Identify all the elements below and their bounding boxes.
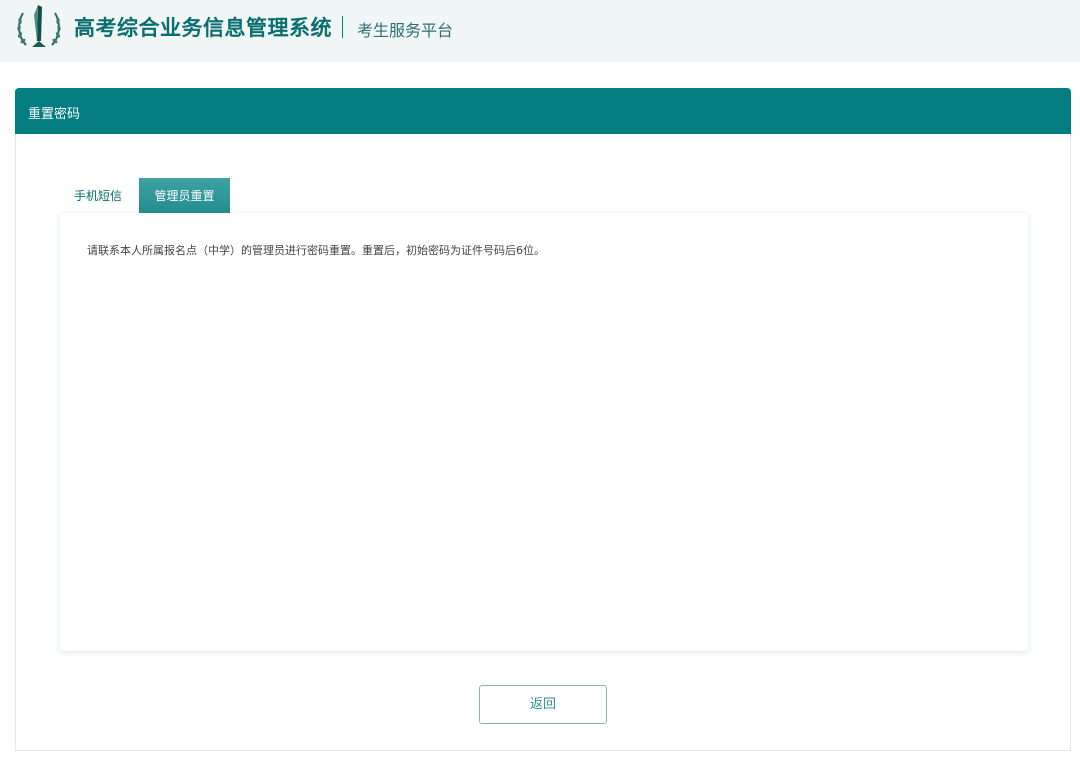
panel-title: 重置密码: [28, 107, 81, 122]
back-button[interactable]: 返回: [479, 685, 607, 724]
platform-title: 考生服务平台: [357, 21, 454, 40]
tab-content-card: 请联系本人所属报名点（中学）的管理员进行密码重置。重置后，初始密码为证件号码后6…: [60, 213, 1028, 651]
tab-sms[interactable]: 手机短信: [60, 178, 136, 214]
system-title: 高考综合业务信息管理系统: [74, 16, 332, 40]
top-header: 高考综合业务信息管理系统 考生服务平台: [0, 0, 1080, 62]
reset-password-panel: 重置密码 手机短信 管理员重置 请联系本人所属报名点（中学）的管理员进行密码重置…: [15, 88, 1071, 751]
header-divider: [342, 16, 343, 38]
panel-header: 重置密码: [15, 88, 1071, 134]
exam-emblem-icon: [17, 5, 61, 47]
reset-notice-text: 请联系本人所属报名点（中学）的管理员进行密码重置。重置后，初始密码为证件号码后6…: [87, 244, 545, 257]
tab-admin-reset[interactable]: 管理员重置: [139, 178, 230, 214]
